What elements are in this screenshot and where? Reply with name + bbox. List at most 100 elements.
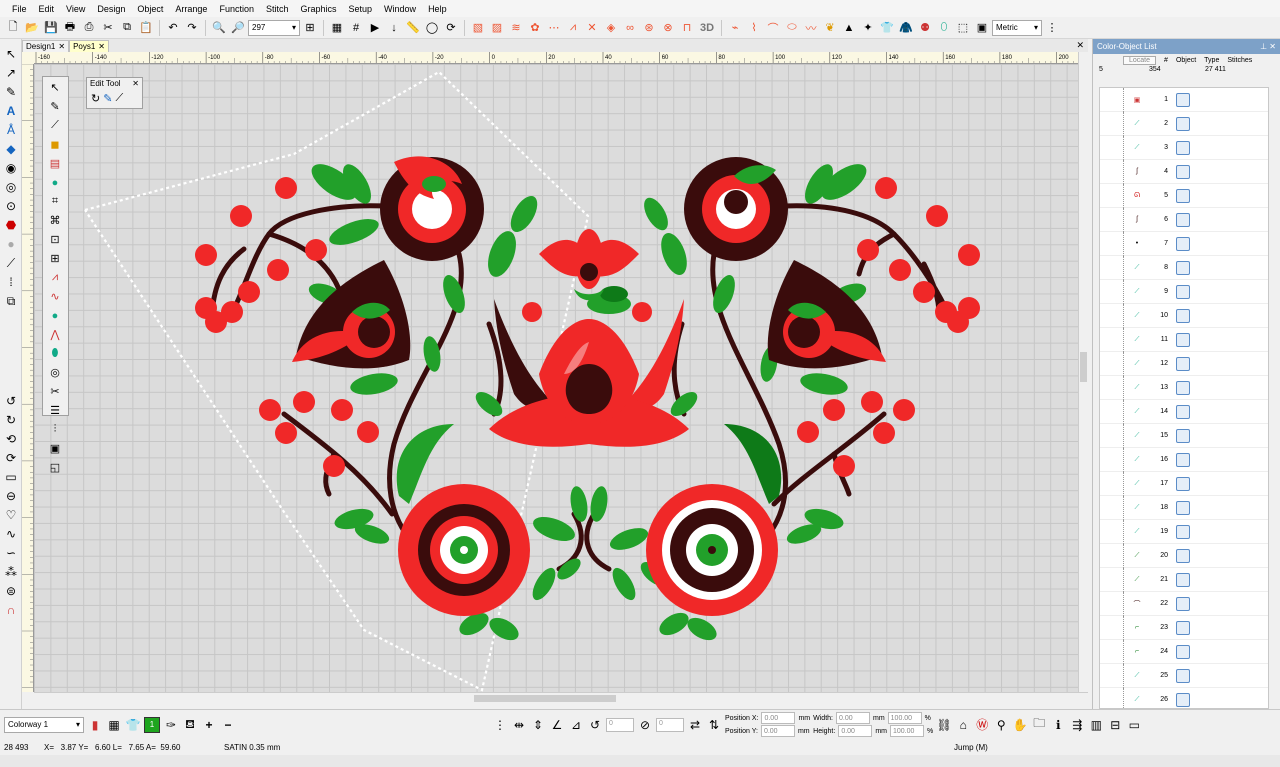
stitch-type-bead-icon[interactable]: ⊛: [640, 19, 658, 37]
current-color-swatch[interactable]: 1: [144, 716, 160, 733]
pencil-icon[interactable]: ✎: [46, 98, 64, 115]
panel-scrollbar[interactable]: [1270, 87, 1278, 709]
print-icon[interactable]: ⎙: [80, 19, 98, 37]
close-icon[interactable]: ✕: [132, 79, 139, 89]
zoom-fit-icon[interactable]: ⊞: [301, 19, 319, 37]
stitch-type-chain-icon[interactable]: ∞: [621, 19, 639, 37]
edit-node-icon[interactable]: ✎: [2, 83, 20, 101]
close-icon[interactable]: ✕: [58, 42, 65, 51]
flip-vertical-icon[interactable]: ⇕: [530, 717, 546, 733]
thread-colors-icon[interactable]: ▮: [87, 717, 103, 733]
menu-view[interactable]: View: [60, 4, 91, 14]
digitize-run-icon[interactable]: 〰: [802, 19, 820, 37]
crop-icon[interactable]: ⌗: [46, 193, 64, 210]
cursor-icon[interactable]: ↖: [46, 79, 64, 96]
object-list-row[interactable]: ʃ6: [1100, 207, 1268, 232]
digitize-open-icon[interactable]: ⌁: [726, 19, 744, 37]
tshirt-icon[interactable]: 👕: [125, 717, 141, 733]
zoom-in-icon[interactable]: 🔍: [210, 19, 228, 37]
object-list-row[interactable]: ⟋ 11: [1100, 327, 1268, 352]
menu-help[interactable]: Help: [422, 4, 453, 14]
object-list-row[interactable]: ▣ 1: [1100, 88, 1268, 112]
show-stitches-icon[interactable]: ▦: [328, 19, 346, 37]
lock-proportions-icon[interactable]: ⛓: [936, 717, 952, 733]
object-list-row[interactable]: ⟋ 18: [1100, 495, 1268, 520]
digitize-jacket-icon[interactable]: 🧥: [897, 19, 915, 37]
show-grid-icon[interactable]: #: [347, 19, 365, 37]
stitch-type-blanket-icon[interactable]: ⊓: [678, 19, 696, 37]
spiral-icon[interactable]: ⟲: [2, 430, 20, 448]
object-list-row[interactable]: ⟋ 10: [1100, 303, 1268, 328]
rearrange-icon[interactable]: ⇶: [1069, 717, 1085, 733]
palette-icon[interactable]: ▦: [106, 717, 122, 733]
object-list-row[interactable]: ⟋ 25: [1100, 663, 1268, 688]
needle-icon[interactable]: ⟋: [46, 117, 64, 134]
rectangle-tool-icon[interactable]: ▭: [2, 468, 20, 486]
print-preview-icon[interactable]: 🖶: [61, 19, 79, 37]
rotate-icon[interactable]: ↺: [587, 717, 603, 733]
colorway-select[interactable]: Colorway 1 ▾: [4, 716, 84, 733]
width-input[interactable]: [835, 712, 870, 724]
fill-icon[interactable]: ●: [46, 174, 64, 191]
menu-file[interactable]: File: [6, 4, 33, 14]
dot-tool-icon[interactable]: ⊙: [2, 197, 20, 215]
scroll-thumb[interactable]: [474, 695, 616, 702]
zoom-select[interactable]: 297 ▾: [248, 19, 300, 36]
object-list[interactable]: ▣ 1 ⟋ 2 ⟋ 3 ʃ 4 ᘏ 5 ʃ 6 • 7 ⟋ 8 ⟋ 9 ⟋ 10 ⟋ 11 ⟋ 12 ⟋ 13 ⟋ 14 ⟋ 15 ⟋ 16 ⟋…: [1099, 87, 1269, 709]
trim-tool-icon[interactable]: ⊜: [2, 582, 20, 600]
mirror-icon[interactable]: ⟳: [2, 449, 20, 467]
tab-design1[interactable]: Design1 ✕: [22, 40, 70, 52]
object-list-row[interactable]: ⟋ 3: [1100, 135, 1268, 160]
digitize-fish-icon[interactable]: ❦: [821, 19, 839, 37]
stitch-type-cross-icon[interactable]: ✕: [583, 19, 601, 37]
width-percent-input[interactable]: [887, 712, 922, 724]
zigzag-icon[interactable]: ⋀: [46, 326, 64, 343]
menu-window[interactable]: Window: [378, 4, 422, 14]
window-options-icon[interactable]: ⋮: [1043, 19, 1061, 37]
crop-alt-icon[interactable]: ⌘: [46, 212, 64, 229]
digitize-cap-icon[interactable]: ⚉: [916, 19, 934, 37]
show-needle-icon[interactable]: ↓: [385, 19, 403, 37]
wilcom-icon[interactable]: Ⓦ: [974, 717, 990, 733]
hoop-view-icon[interactable]: ⊟: [1107, 717, 1123, 733]
circle-tool-icon[interactable]: ◉: [2, 159, 20, 177]
object-list-row[interactable]: ⟋ 13: [1100, 375, 1268, 400]
ring-tool-icon[interactable]: ◎: [2, 178, 20, 196]
object-list-row[interactable]: ⟋ 19: [1100, 519, 1268, 544]
hand-icon[interactable]: ✋: [1012, 717, 1028, 733]
select-arrow-icon[interactable]: ↖: [2, 45, 20, 63]
apple-icon[interactable]: ◎: [46, 364, 64, 381]
design-canvas[interactable]: [34, 64, 1080, 692]
canvas-vertical-scrollbar[interactable]: [1078, 52, 1088, 692]
balloon-icon[interactable]: ⚲: [993, 717, 1009, 733]
brush-icon[interactable]: ⟋: [115, 92, 123, 105]
object-list-row[interactable]: ⟋ 21: [1100, 567, 1268, 592]
screen-icon[interactable]: ▭: [1126, 717, 1142, 733]
object-list-row[interactable]: ᘏ5: [1100, 183, 1268, 208]
menu-edit[interactable]: Edit: [33, 4, 61, 14]
close-icon[interactable]: ✕: [98, 42, 105, 51]
group-icon[interactable]: ⧉: [2, 292, 20, 310]
menu-design[interactable]: Design: [91, 4, 131, 14]
canvas-horizontal-scrollbar[interactable]: [34, 692, 1088, 704]
paint-bucket-icon[interactable]: ⛾: [182, 717, 198, 733]
lettering-icon[interactable]: A: [2, 102, 20, 120]
library-icon[interactable]: ▥: [1088, 717, 1104, 733]
scroll-thumb[interactable]: [1080, 352, 1087, 382]
object-list-row[interactable]: ⟋ 17: [1100, 471, 1268, 496]
paste-icon[interactable]: 📋: [137, 19, 155, 37]
stitch-type-applique-icon[interactable]: ◈: [602, 19, 620, 37]
stitch-type-motif-icon[interactable]: ✿: [526, 19, 544, 37]
redraw-icon[interactable]: ⟳: [442, 19, 460, 37]
slant-icon[interactable]: ⊿: [568, 717, 584, 733]
skew-icon[interactable]: ⊘: [637, 717, 653, 733]
home-icon[interactable]: ⌂: [955, 717, 971, 733]
height-input[interactable]: [838, 725, 873, 737]
monogram-icon[interactable]: Å: [2, 121, 20, 139]
stitch-type-candle-icon[interactable]: ⊗: [659, 19, 677, 37]
scissor-icon[interactable]: ✂: [46, 383, 64, 400]
mirror-vertical-icon[interactable]: ⇅: [706, 717, 722, 733]
object-list-row[interactable]: ⟋ 2: [1100, 111, 1268, 136]
curve-tool-icon[interactable]: ∽: [2, 544, 20, 562]
position-x-input[interactable]: [761, 712, 796, 724]
